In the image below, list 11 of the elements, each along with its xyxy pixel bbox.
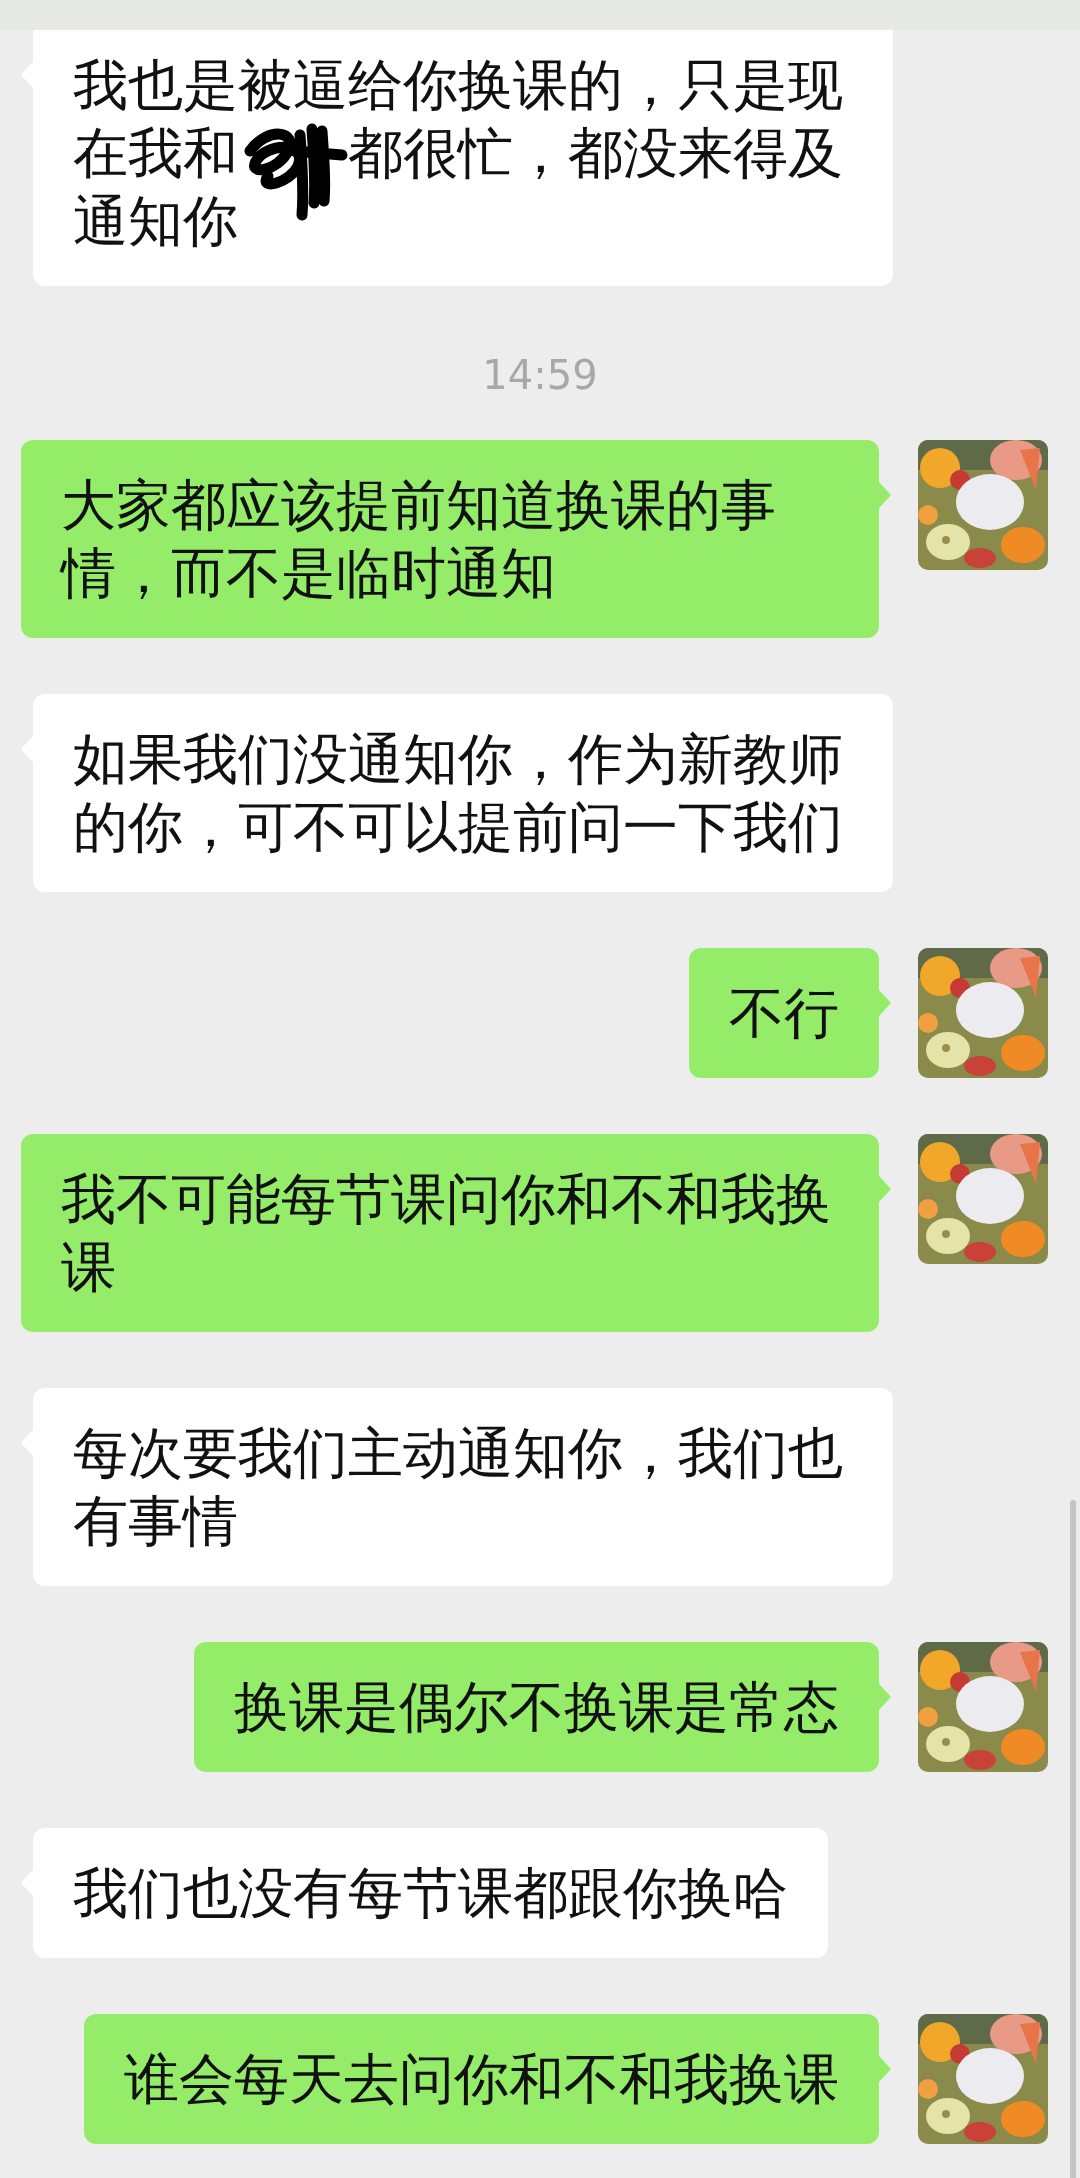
message-text: 我不可能每节课问你和不和我换课 [61, 1166, 832, 1301]
scrollbar[interactable] [1070, 1500, 1076, 2178]
message-text: 我也是被逼给你换课的，只是现在我和 都很忙，都没来得及通知你 [73, 52, 844, 255]
message-text: 每次要我们主动通知你，我们也有事情 [73, 1420, 844, 1555]
message-text: 换课是偶尔不换课是常态 [234, 1674, 839, 1741]
timestamp: 14:59 [482, 352, 598, 398]
message-text: 谁会每天去问你和不和我换课 [124, 2046, 839, 2113]
message-text: 大家都应该提前知道换课的事情，而不是临时通知 [61, 472, 777, 607]
message-text: 不行 [729, 980, 839, 1047]
message-text: 如果我们没通知你，作为新教师的你，可不可以提前问一下我们 [73, 726, 844, 861]
message-text: 我们也没有每节课都跟你换哈 [73, 1860, 788, 1927]
